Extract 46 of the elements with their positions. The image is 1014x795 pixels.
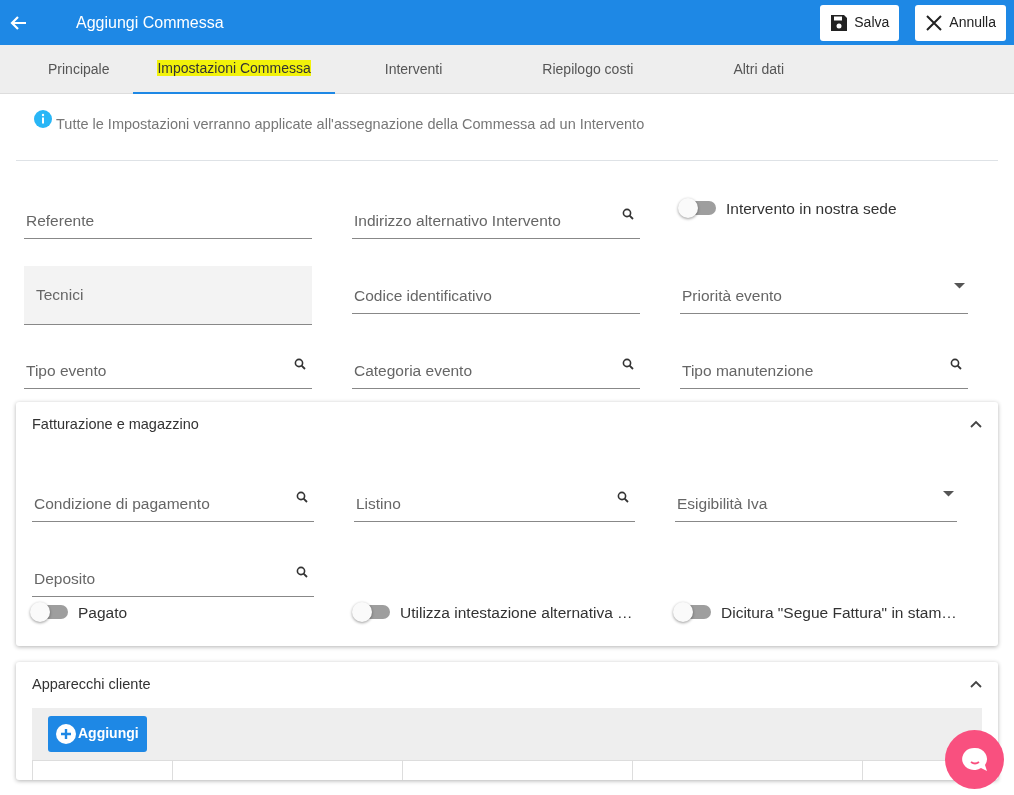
page-title: Aggiungi Commessa — [76, 12, 225, 33]
search-icon — [622, 207, 634, 220]
add-button[interactable]: Aggiungi — [48, 715, 147, 752]
search-field[interactable]: Categoria evento — [352, 354, 640, 389]
search-field[interactable]: Deposito — [32, 562, 314, 597]
search-icon — [622, 357, 634, 370]
tab[interactable]: Riepilogo costi — [492, 45, 684, 94]
dropdown-field[interactable]: Esigibilità Iva — [675, 487, 957, 522]
info-text: Tutte le Impostazioni verranno applicate all'assegnazione della Commessa ad un Intervento — [56, 115, 645, 134]
back-arrow-icon — [8, 13, 28, 32]
search-field[interactable]: Indirizzo alternativo Intervento — [352, 204, 640, 239]
input-field[interactable]: Codice identificativo — [352, 279, 640, 314]
search-field[interactable]: Condizione di pagamento — [32, 487, 314, 522]
search-field[interactable]: Tipo manutenzione — [680, 354, 968, 389]
cancel-button[interactable]: Annulla — [915, 4, 1006, 41]
caret-icon — [943, 490, 954, 497]
toggle-switch[interactable]: Utilizza intestazione alternativa … — [354, 600, 633, 624]
toggle-switch[interactable]: Dicitura "Segue Fattura" in stam… — [675, 600, 957, 624]
tab[interactable]: Interventi — [334, 45, 493, 94]
search-field[interactable]: Listino — [354, 487, 635, 522]
toggle-switch[interactable]: Intervento in nostra sede — [680, 196, 897, 220]
input-field[interactable]: Referente — [24, 204, 312, 239]
toggle-switch[interactable]: Pagato — [32, 600, 128, 624]
close-icon — [925, 13, 944, 32]
search-field[interactable]: Tipo evento — [24, 354, 312, 389]
search-icon — [617, 490, 629, 503]
input-field[interactable]: Tecnici — [24, 265, 312, 325]
tab[interactable]: Principale — [24, 45, 134, 94]
tab[interactable]: Altri dati — [683, 45, 834, 94]
chevron-icon — [970, 420, 982, 430]
save-button[interactable]: Salva — [820, 4, 900, 41]
info-icon — [34, 110, 52, 128]
collapse-button[interactable] — [970, 680, 982, 690]
back-button[interactable] — [8, 13, 28, 32]
collapse-button[interactable] — [970, 420, 982, 430]
search-icon — [950, 357, 962, 370]
dropdown-field[interactable]: Priorità evento — [680, 279, 968, 314]
search-icon — [296, 490, 308, 503]
caret-icon — [954, 282, 965, 289]
chevron-icon — [970, 680, 982, 690]
tab[interactable]: Impostazioni Commessa — [133, 45, 335, 94]
section-title: Apparecchi cliente — [32, 674, 151, 694]
plus-circle-icon — [56, 723, 76, 744]
section-title: Fatturazione e magazzino — [32, 414, 199, 434]
search-icon — [296, 565, 308, 578]
search-icon — [294, 357, 306, 370]
